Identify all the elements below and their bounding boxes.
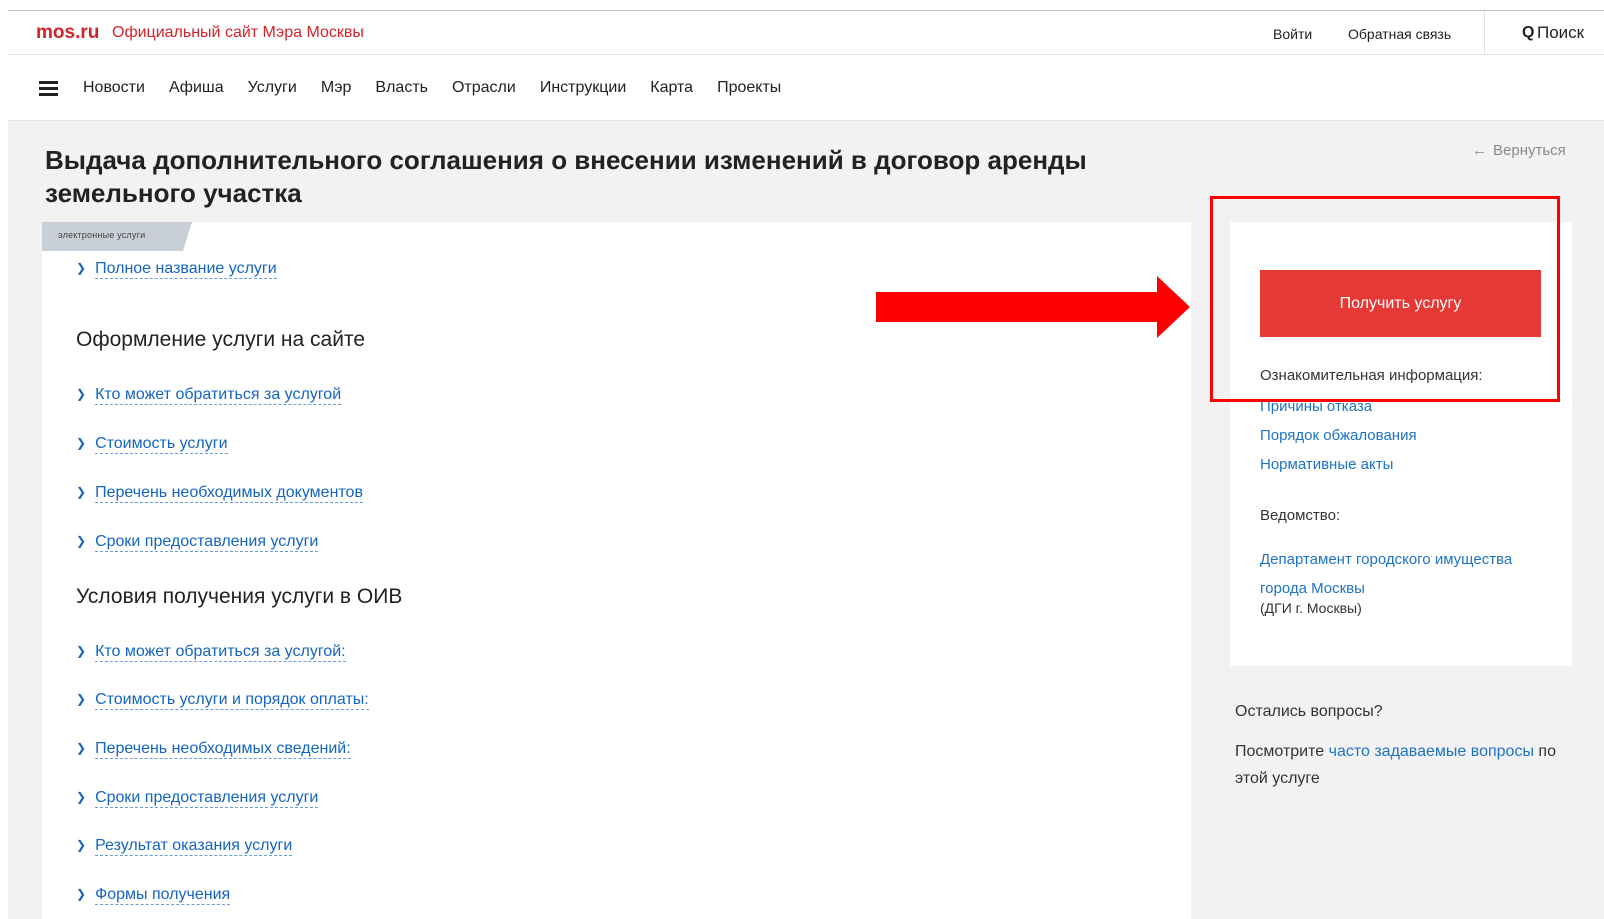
faq-link[interactable]: часто задаваемые вопросы <box>1329 743 1534 760</box>
appeal-procedure-link[interactable]: Порядок обжалования <box>1260 427 1417 444</box>
nav-items: Новости Афиша Услуги Мэр Власть Отрасли … <box>83 79 805 97</box>
page: mos.ru Официальный сайт Мэра Москвы Войт… <box>0 0 1604 919</box>
site-title[interactable]: Официальный сайт Мэра Москвы <box>112 24 364 42</box>
login-link[interactable]: Войти <box>1273 26 1312 42</box>
accordion-item[interactable]: ❯ Кто может обратиться за услугой: <box>76 643 346 662</box>
accordion-label: Перечень необходимых документов <box>95 484 363 503</box>
chevron-down-icon: ❯ <box>76 436 87 450</box>
chevron-down-icon: ❯ <box>76 485 87 499</box>
back-link[interactable]: ← Вернуться <box>1472 142 1566 159</box>
chevron-down-icon: ❯ <box>76 692 87 706</box>
accordion-item[interactable]: ❯ Сроки предоставления услуги <box>76 533 319 552</box>
accordion-label: Кто может обратиться за услугой: <box>95 643 346 662</box>
section-title-online: Оформление услуги на сайте <box>76 328 366 351</box>
nav-item-mayor[interactable]: Мэр <box>321 79 352 97</box>
department-abbreviation: (ДГИ г. Москвы) <box>1260 600 1362 616</box>
page-title: Выдача дополнительного соглашения о внес… <box>45 145 1087 208</box>
annotation-arrow-head-icon <box>1157 276 1190 338</box>
nav-item-news[interactable]: Новости <box>83 79 145 97</box>
chevron-down-icon: ❯ <box>76 387 87 401</box>
accordion-label: Формы получения <box>95 886 231 905</box>
accordion-item[interactable]: ❯ Результат оказания услуги <box>76 837 293 856</box>
back-label: Вернуться <box>1493 142 1566 159</box>
chevron-down-icon: ❯ <box>76 887 87 901</box>
category-ribbon-label: электронные услуги <box>58 230 146 240</box>
accordion-label: Кто может обратиться за услугой <box>95 386 342 405</box>
nav-item-services[interactable]: Услуги <box>248 79 297 97</box>
accordion-label: Сроки предоставления услуги <box>95 533 319 552</box>
menu-icon[interactable] <box>39 81 58 96</box>
accordion-item[interactable]: ❯ Перечень необходимых сведений: <box>76 740 351 759</box>
main-nav: Новости Афиша Услуги Мэр Власть Отрасли … <box>8 55 1604 121</box>
chevron-down-icon: ❯ <box>76 741 87 755</box>
arrow-left-icon: ← <box>1472 142 1487 159</box>
search-label: Поиск <box>1537 23 1585 42</box>
questions-text: Посмотрите часто задаваемые вопросы по э… <box>1235 738 1575 792</box>
accordion-label: Перечень необходимых сведений: <box>95 740 351 759</box>
feedback-link[interactable]: Обратная связь <box>1348 26 1451 42</box>
accordion-item[interactable]: ❯ Стоимость услуги <box>76 435 228 454</box>
chevron-down-icon: ❯ <box>76 261 87 275</box>
site-logo[interactable]: mos.ru <box>36 22 99 44</box>
section-title-oiv: Условия получения услуги в ОИВ <box>76 585 403 608</box>
questions-prefix: Посмотрите <box>1235 743 1329 760</box>
accordion-label: Стоимость услуги <box>95 435 228 454</box>
questions-heading: Остались вопросы? <box>1235 703 1383 720</box>
legal-acts-link[interactable]: Нормативные акты <box>1260 456 1393 473</box>
search-icon: Q <box>1522 24 1535 41</box>
accordion-label: Результат оказания услуги <box>95 837 293 856</box>
accordion-item[interactable]: ❯ Сроки предоставления услуги <box>76 789 319 808</box>
accordion-label: Стоимость услуги и порядок оплаты: <box>95 691 369 710</box>
accordion-item[interactable]: ❯ Перечень необходимых документов <box>76 484 363 503</box>
search-button[interactable]: Q Поиск <box>1484 11 1604 55</box>
nav-item-projects[interactable]: Проекты <box>717 79 781 97</box>
chevron-down-icon: ❯ <box>76 644 87 658</box>
accordion-item[interactable]: ❯ Формы получения <box>76 886 231 905</box>
nav-item-afisha[interactable]: Афиша <box>169 79 224 97</box>
nav-item-instructions[interactable]: Инструкции <box>540 79 626 97</box>
accordion-full-name[interactable]: ❯ Полное название услуги <box>76 260 277 279</box>
chevron-down-icon: ❯ <box>76 534 87 548</box>
department-heading: Ведомство: <box>1260 507 1341 524</box>
nav-item-government[interactable]: Власть <box>375 79 428 97</box>
annotation-arrow-shaft <box>876 292 1158 322</box>
chevron-down-icon: ❯ <box>76 838 87 852</box>
department-link[interactable]: Департамент городского имущества города … <box>1260 545 1540 603</box>
nav-item-industries[interactable]: Отрасли <box>452 79 516 97</box>
annotation-highlight-box <box>1210 196 1560 402</box>
service-details-panel: электронные услуги ❯ Полное название услу… <box>42 222 1191 919</box>
chevron-down-icon: ❯ <box>76 790 87 804</box>
accordion-label: Полное название услуги <box>95 260 277 279</box>
top-bar: mos.ru Официальный сайт Мэра Москвы Войт… <box>8 10 1604 55</box>
accordion-item[interactable]: ❯ Стоимость услуги и порядок оплаты: <box>76 691 369 710</box>
accordion-item[interactable]: ❯ Кто может обратиться за услугой <box>76 386 342 405</box>
accordion-label: Сроки предоставления услуги <box>95 789 319 808</box>
nav-item-map[interactable]: Карта <box>650 79 693 97</box>
